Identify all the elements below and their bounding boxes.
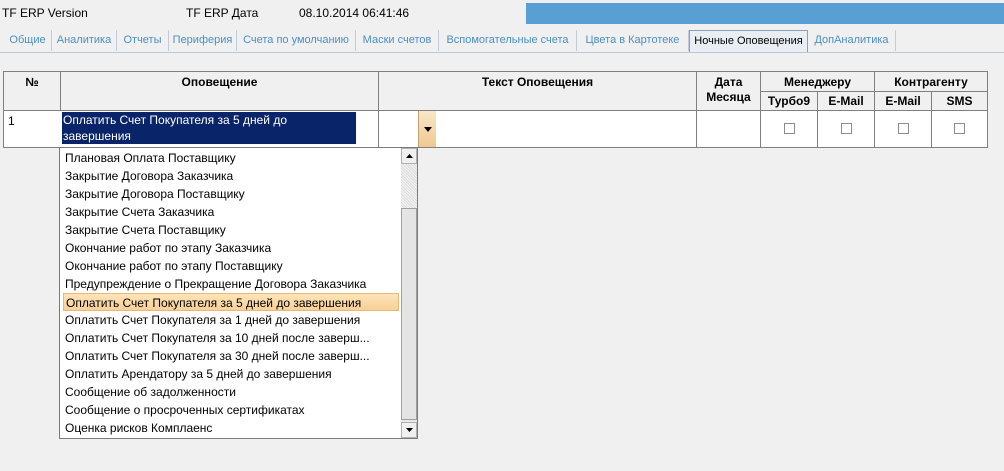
- tab-strip: Общие Аналитика Отчеты Периферия Счета п…: [0, 30, 1004, 53]
- col-header-manager: Менеджеру: [760, 71, 875, 92]
- combobox-selected-value: Оплатить Счет Покупателя за 5 дней до за…: [62, 112, 356, 144]
- date-label: TF ERP Дата: [186, 6, 259, 20]
- tab-reports[interactable]: Отчеты: [117, 30, 169, 51]
- tab-night-notifications[interactable]: Ночные Оповещения: [689, 30, 808, 52]
- email-counterparty-checkbox[interactable]: [897, 123, 909, 134]
- dropdown-option-highlighted[interactable]: Оплатить Счет Покупателя за 5 дней до за…: [63, 293, 399, 311]
- dropdown-scrollbar[interactable]: [401, 148, 417, 438]
- tab-analytics[interactable]: Аналитика: [52, 30, 117, 51]
- notification-dropdown-list: Плановая Оплата Поставщику Закрытие Дого…: [59, 147, 418, 439]
- col-header-notification: Оповещение: [60, 71, 379, 111]
- tab-account-masks[interactable]: Маски счетов: [356, 30, 439, 51]
- col-header-date-month: Дата Месяца: [696, 71, 761, 111]
- col-header-email-counterparty: E-Mail: [874, 91, 932, 111]
- tab-general[interactable]: Общие: [4, 30, 52, 51]
- dropdown-option[interactable]: Оплатить Счет Покупателя за 1 дней до за…: [63, 311, 399, 329]
- dropdown-option[interactable]: Окончание работ по этапу Заказчика: [63, 239, 399, 257]
- col-header-email-manager: E-Mail: [817, 91, 875, 111]
- date-month-cell[interactable]: [696, 110, 761, 148]
- arrow-down-icon: [405, 428, 413, 432]
- combobox-toggle-button[interactable]: [418, 111, 436, 147]
- arrow-up-icon: [405, 154, 413, 158]
- dropdown-option[interactable]: Оплатить Счет Покупателя за 10 дней посл…: [63, 329, 399, 347]
- col-header-counterparty: Контрагенту: [874, 71, 988, 92]
- header-bar: TF ERP Version TF ERP Дата 08.10.2014 06…: [0, 0, 1004, 27]
- notification-combobox[interactable]: Оплатить Счет Покупателя за 5 дней до за…: [60, 111, 436, 147]
- turbo9-checkbox[interactable]: [783, 123, 795, 134]
- tab-card-colors[interactable]: Цвета в Картотеке: [577, 30, 689, 51]
- scrollbar-thumb[interactable]: [401, 208, 417, 420]
- datetime-value: 08.10.2014 06:41:46: [299, 6, 410, 20]
- dropdown-option[interactable]: Оплатить Арендатору за 5 дней до заверше…: [63, 365, 399, 383]
- dropdown-option[interactable]: Плановая Оплата Поставщику: [63, 149, 399, 167]
- dropdown-option[interactable]: Окончание работ по этапу Поставщику: [63, 257, 399, 275]
- dropdown-option[interactable]: Оценка рисков Комплаенс: [63, 419, 399, 437]
- dropdown-option[interactable]: Закрытие Договора Заказчика: [63, 167, 399, 185]
- version-label: TF ERP Version: [2, 6, 88, 20]
- tab-default-accounts[interactable]: Счета по умолчанию: [237, 30, 356, 51]
- col-header-num: №: [3, 71, 61, 111]
- dropdown-option[interactable]: Предупреждение о Прекращение Договора За…: [63, 275, 399, 293]
- email-manager-checkbox[interactable]: [840, 123, 852, 134]
- dropdown-option[interactable]: Сообщение о просроченных сертификатах: [63, 401, 399, 419]
- dropdown-option[interactable]: Сообщение об задолженности: [63, 383, 399, 401]
- sms-checkbox[interactable]: [954, 123, 965, 134]
- header-accent-bar: [526, 3, 1004, 24]
- dropdown-option[interactable]: Закрытие Счета Поставщику: [63, 221, 399, 239]
- dropdown-option[interactable]: Закрытие Счета Заказчика: [63, 203, 399, 221]
- tab-extra-analytics[interactable]: ДопАналитика: [808, 30, 896, 51]
- scroll-up-button[interactable]: [401, 148, 417, 164]
- row-num: 1: [3, 110, 61, 148]
- tab-auxiliary-accounts[interactable]: Вспомогательные счета: [439, 30, 577, 51]
- scroll-down-button[interactable]: [401, 422, 417, 438]
- chevron-down-icon: [423, 126, 432, 132]
- col-header-text: Текст Оповещения: [378, 71, 697, 111]
- tab-peripherals[interactable]: Периферия: [169, 30, 237, 51]
- col-header-sms: SMS: [931, 91, 988, 111]
- dropdown-option[interactable]: Оплатить Счет Покупателя за 30 дней посл…: [63, 347, 399, 365]
- col-header-turbo9: Турбо9: [760, 91, 818, 111]
- dropdown-option[interactable]: Закрытие Договора Поставщику: [63, 185, 399, 203]
